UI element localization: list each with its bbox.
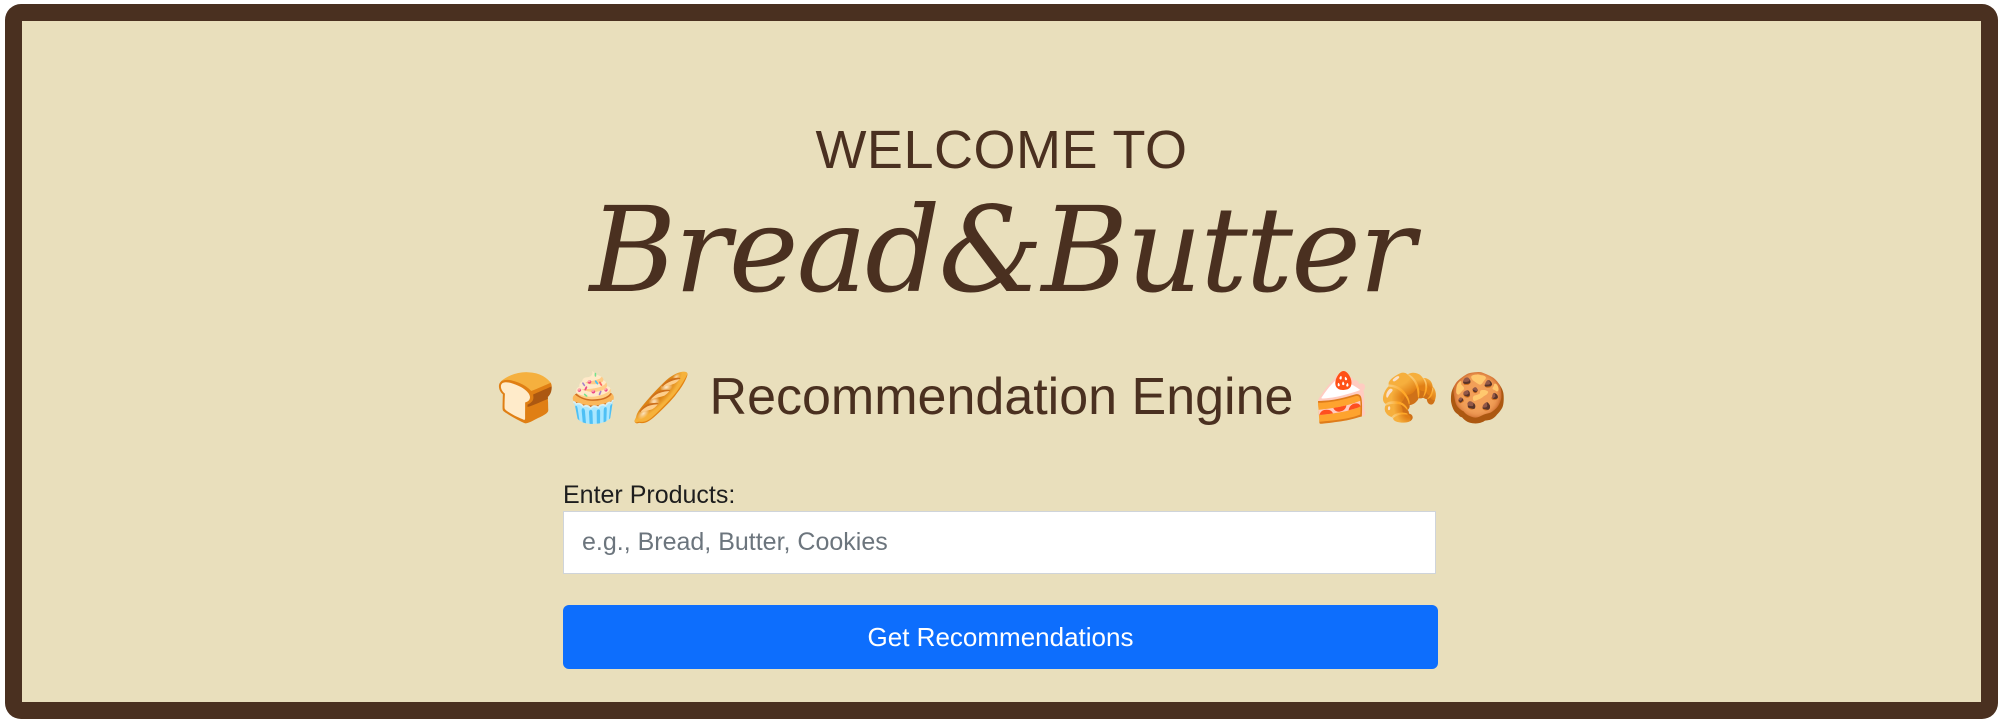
cookie-icon: 🍪 bbox=[1447, 372, 1508, 425]
brand-logo-text: Bread&Butter bbox=[589, 181, 1416, 319]
get-recommendations-button[interactable]: Get Recommendations bbox=[563, 605, 1438, 669]
croissant-icon: 🥐 bbox=[1379, 372, 1440, 425]
baguette-icon: 🥖 bbox=[631, 372, 692, 425]
welcome-heading: WELCOME TO bbox=[815, 120, 1188, 180]
products-label: Enter Products: bbox=[563, 481, 736, 509]
bread-icon: 🍞 bbox=[495, 372, 556, 425]
main-panel: WELCOME TO Bread&Butter 🍞 🧁 🥖 Recommendati… bbox=[5, 4, 1998, 719]
subtitle-text: Recommendation Engine bbox=[709, 368, 1294, 426]
cupcake-icon: 🧁 bbox=[563, 372, 624, 425]
cake-icon: 🍰 bbox=[1311, 372, 1372, 425]
products-input[interactable] bbox=[563, 511, 1436, 574]
subtitle: 🍞 🧁 🥖 Recommendation Engine 🍰 🥐 🍪 bbox=[22, 367, 1981, 427]
